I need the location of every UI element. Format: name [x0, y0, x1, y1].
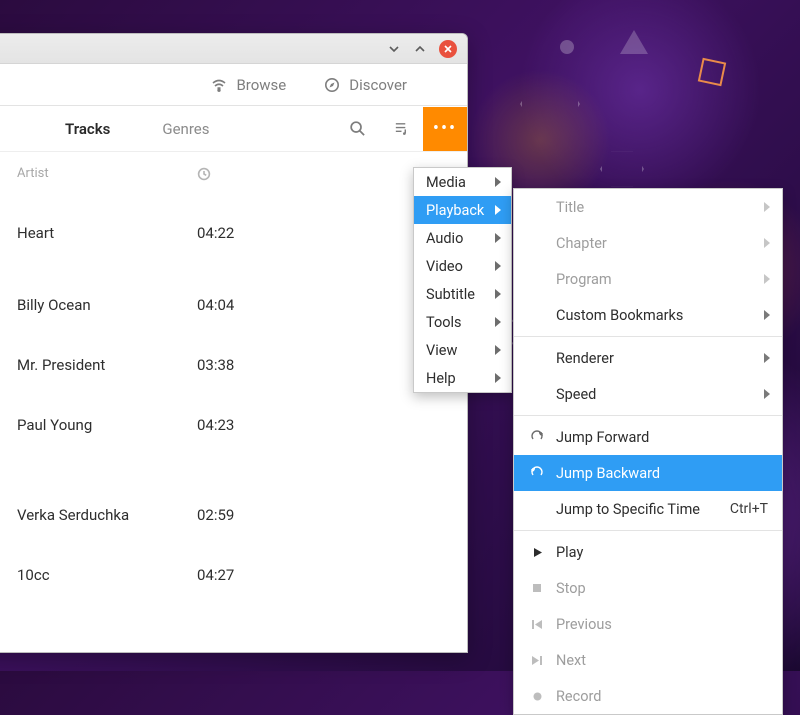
submenu-play[interactable]: Play [514, 534, 782, 570]
playlist-icon [393, 120, 410, 137]
track-row[interactable]: 10cc 04:27 [0, 545, 467, 605]
track-duration: 02:59 [197, 506, 277, 524]
window-maximize-icon[interactable] [411, 40, 429, 58]
stop-icon [528, 583, 546, 593]
menu-video[interactable]: Video [414, 252, 511, 280]
column-artist: Artist [0, 166, 197, 181]
track-row[interactable]: Billy Ocean 04:04 [0, 275, 467, 335]
clock-icon [197, 167, 211, 181]
jump-forward-icon [528, 430, 546, 444]
submenu-jump-specific[interactable]: Jump to Specific Time Ctrl+T [514, 491, 782, 527]
track-artist: Heart [0, 224, 197, 242]
track-row[interactable]: Mr. President 03:38 [0, 335, 467, 395]
tab-genres[interactable]: Genres [136, 106, 235, 151]
chevron-right-icon [764, 310, 770, 320]
window-close-button[interactable] [439, 40, 457, 58]
queue-button[interactable] [379, 107, 423, 151]
menu-separator [514, 336, 782, 337]
submenu-record: Record [514, 678, 782, 714]
playback-submenu: Title Chapter Program Custom Bookmarks R… [513, 188, 783, 715]
menu-separator [514, 415, 782, 416]
menu-subtitle[interactable]: Subtitle [414, 280, 511, 308]
menu-audio[interactable]: Audio [414, 224, 511, 252]
record-icon [528, 691, 546, 702]
track-duration: 04:27 [197, 566, 277, 584]
submenu-bookmarks[interactable]: Custom Bookmarks [514, 297, 782, 333]
ellipsis-icon: ••• [433, 118, 457, 139]
menu-view[interactable]: View [414, 336, 511, 364]
submenu-chapter: Chapter [514, 225, 782, 261]
track-artist: Paul Young [0, 416, 197, 434]
submenu-title: Title [514, 189, 782, 225]
track-artist: Billy Ocean [0, 296, 197, 314]
submenu-stop: Stop [514, 570, 782, 606]
track-row[interactable]: Heart 04:22 [0, 203, 467, 263]
track-row[interactable]: Verka Serduchka 02:59 [0, 485, 467, 545]
search-icon [349, 120, 366, 137]
submenu-speed[interactable]: Speed [514, 376, 782, 412]
play-icon [528, 547, 546, 558]
nav-discover-label: Discover [349, 76, 407, 94]
tab-tracks[interactable]: Tracks [39, 106, 136, 151]
submenu-previous: Previous [514, 606, 782, 642]
nav-discover[interactable]: Discover [324, 76, 407, 94]
chevron-right-icon [764, 274, 770, 284]
submenu-program: Program [514, 261, 782, 297]
more-menu-button[interactable]: ••• [423, 107, 467, 151]
track-artist: 10cc [0, 566, 197, 584]
track-artist: Verka Serduchka [0, 506, 197, 524]
track-duration: 04:04 [197, 296, 277, 314]
media-player-window: media player Browse Discover Tracks Genr… [0, 33, 468, 653]
titlebar: media player [0, 34, 467, 64]
window-minimize-icon[interactable] [385, 40, 403, 58]
menu-help[interactable]: Help [414, 364, 511, 392]
shortcut-label: Ctrl+T [730, 501, 768, 517]
submenu-jump-backward[interactable]: Jump Backward [514, 455, 782, 491]
chevron-right-icon [764, 202, 770, 212]
submenu-jump-forward[interactable]: Jump Forward [514, 419, 782, 455]
next-icon [528, 655, 546, 666]
track-list-header: Artist [0, 152, 467, 191]
sub-nav: Tracks Genres ••• [0, 106, 467, 152]
jump-backward-icon [528, 466, 546, 480]
track-duration: 04:23 [197, 416, 277, 434]
nav-bar: Browse Discover [0, 64, 467, 106]
search-button[interactable] [335, 107, 379, 151]
chevron-right-icon [764, 353, 770, 363]
menu-tools[interactable]: Tools [414, 308, 511, 336]
track-list: Heart 04:22 Billy Ocean 04:04 Mr. Presid… [0, 203, 467, 605]
chevron-right-icon [764, 238, 770, 248]
chevron-right-icon [764, 389, 770, 399]
track-artist: Mr. President [0, 356, 197, 374]
main-menu: Media Playback Audio Video Subtitle Tool… [413, 167, 512, 393]
nav-browse[interactable]: Browse [211, 76, 286, 94]
wifi-icon [211, 77, 227, 93]
previous-icon [528, 619, 546, 630]
track-duration: 03:38 [197, 356, 277, 374]
menu-playback[interactable]: Playback [414, 196, 511, 224]
nav-browse-label: Browse [236, 76, 286, 94]
track-duration: 04:22 [197, 224, 277, 242]
column-duration [197, 166, 277, 181]
submenu-next: Next [514, 642, 782, 678]
submenu-renderer[interactable]: Renderer [514, 340, 782, 376]
menu-separator [514, 530, 782, 531]
compass-icon [324, 77, 340, 93]
menu-media[interactable]: Media [414, 168, 511, 196]
track-row[interactable]: Paul Young 04:23 [0, 395, 467, 455]
